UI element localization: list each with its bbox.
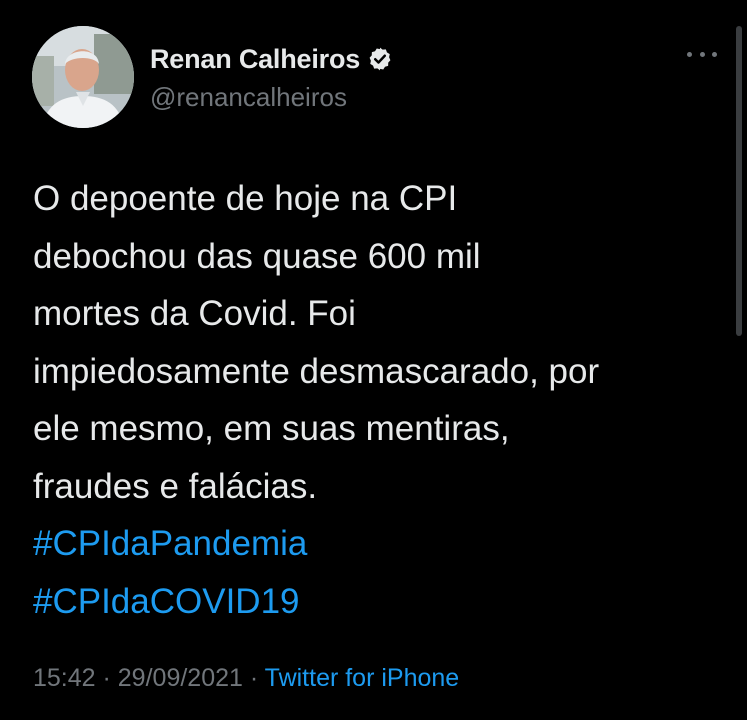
author-name-row: Renan Calheiros	[150, 42, 393, 76]
tweet-text-line: mortes da Covid. Foi	[33, 294, 356, 333]
tweet-text-line: fraudes e falácias.	[33, 466, 318, 506]
tweet-date[interactable]: 29/09/2021	[118, 664, 243, 692]
hashtag-link[interactable]: #CPIdaPandemia	[33, 515, 723, 573]
more-dot	[712, 51, 717, 57]
author-handle[interactable]: @renancalheiros	[150, 82, 393, 113]
more-dot	[699, 51, 705, 57]
meta-separator: ·	[242, 664, 265, 692]
tweet-text: O depoente de hoje na CPI debochou das q…	[33, 170, 723, 630]
hashtag-link[interactable]: #CPIdaCOVID19	[33, 573, 723, 631]
author-display-name[interactable]: Renan Calheiros	[150, 44, 360, 75]
more-dot	[687, 51, 692, 57]
more-options-icon[interactable]	[687, 44, 717, 64]
tweet-text-line: debochou das quase 600 mil	[33, 236, 481, 276]
avatar[interactable]	[32, 26, 134, 128]
scrollbar[interactable]	[736, 26, 742, 336]
tweet-source-link[interactable]: Twitter for iPhone	[265, 664, 460, 692]
tweet-metadata: 15:42 · 29/09/2021 · Twitter for iPhone	[33, 664, 459, 693]
tweet-text-line: impiedosamente desmascarado, por	[33, 351, 600, 391]
avatar-photo	[32, 26, 134, 128]
tweet-detail: Renan Calheiros @renancalheiros O depoen…	[0, 0, 747, 720]
meta-separator: ·	[95, 664, 118, 692]
author-info: Renan Calheiros @renancalheiros	[150, 42, 393, 113]
verified-badge-icon	[367, 46, 393, 72]
tweet-text-line: O depoente de hoje na CPI	[33, 179, 458, 218]
tweet-text-line: ele mesmo, em suas mentiras,	[33, 409, 510, 448]
tweet-time[interactable]: 15:42	[33, 664, 96, 692]
